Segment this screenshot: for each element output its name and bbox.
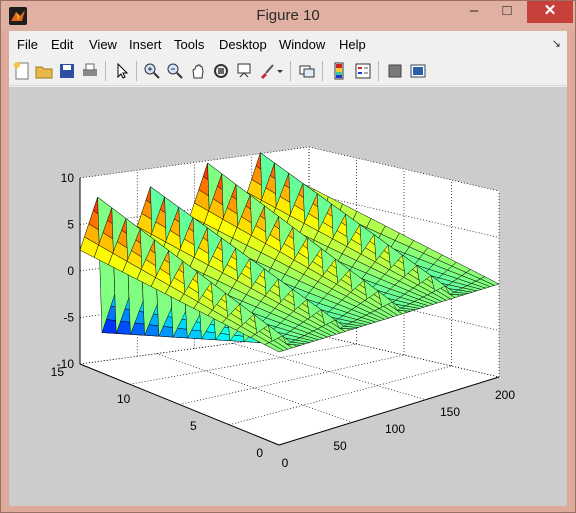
maximize-button[interactable]: □ xyxy=(493,1,521,23)
y-tick-label: 5 xyxy=(190,419,197,433)
x-tick-label: 50 xyxy=(333,439,347,453)
link-plot-icon[interactable] xyxy=(297,61,317,81)
y-tick-label: 15 xyxy=(51,365,65,379)
legend-icon[interactable] xyxy=(353,61,373,81)
menu-edit[interactable]: Edit xyxy=(51,37,73,52)
toolbar-separator xyxy=(136,61,137,81)
menu-desktop[interactable]: Desktop xyxy=(219,37,267,52)
open-folder-icon[interactable] xyxy=(34,61,54,81)
toolbar-separator xyxy=(322,61,323,81)
print-icon[interactable] xyxy=(80,61,100,81)
x-tick-label: 200 xyxy=(495,388,515,402)
menu-insert[interactable]: Insert xyxy=(129,37,162,52)
edit-plot-arrow-icon[interactable] xyxy=(112,61,132,81)
show-plot-tools-icon[interactable] xyxy=(408,61,428,81)
menu-tools[interactable]: Tools xyxy=(174,37,204,52)
minimize-button[interactable]: – xyxy=(459,1,489,23)
pan-hand-icon[interactable] xyxy=(188,61,208,81)
menu-file[interactable]: File xyxy=(17,37,38,52)
y-tick-label: 10 xyxy=(117,392,131,406)
z-tick-label: 0 xyxy=(67,264,74,278)
plot-area[interactable]: 10 5 0 -5 -10 15 10 5 0 0 50 100 150 200 xyxy=(9,87,567,506)
save-icon[interactable] xyxy=(57,61,77,81)
title-bar[interactable]: Figure 10 – □ ✕ xyxy=(1,1,575,31)
toolbar-separator xyxy=(378,61,379,81)
z-tick-label: 10 xyxy=(61,171,75,185)
menu-window[interactable]: Window xyxy=(279,37,325,52)
z-tick-label: -5 xyxy=(63,311,74,325)
brush-dropdown-icon[interactable] xyxy=(275,61,285,81)
x-tick-label: 100 xyxy=(385,422,405,436)
data-cursor-icon[interactable] xyxy=(234,61,254,81)
hide-plot-tools-icon[interactable] xyxy=(385,61,405,81)
figure-toolbar xyxy=(9,57,567,86)
menu-dock-arrow-icon[interactable]: ↘ xyxy=(552,37,561,50)
rotate-3d-icon[interactable] xyxy=(211,61,231,81)
colorbar-icon[interactable] xyxy=(329,61,349,81)
brush-icon[interactable] xyxy=(257,61,277,81)
menu-view[interactable]: View xyxy=(89,37,117,52)
figure-client: File Edit View Insert Tools Desktop Wind… xyxy=(9,31,567,506)
x-tick-label: 0 xyxy=(282,456,289,470)
menu-help[interactable]: Help xyxy=(339,37,366,52)
toolbar-separator xyxy=(290,61,291,81)
menu-bar: File Edit View Insert Tools Desktop Wind… xyxy=(9,31,567,57)
y-tick-label: 0 xyxy=(256,446,263,460)
zoom-out-icon[interactable] xyxy=(165,61,185,81)
figure-window: Figure 10 – □ ✕ File Edit View Insert To… xyxy=(0,0,576,513)
zoom-in-icon[interactable] xyxy=(142,61,162,81)
x-tick-label: 150 xyxy=(440,405,460,419)
z-tick-label: 5 xyxy=(67,218,74,232)
close-button[interactable]: ✕ xyxy=(527,1,573,23)
toolbar-separator xyxy=(105,61,106,81)
surface-plot[interactable]: 1050-5-10151050050100150200 xyxy=(9,87,567,506)
new-figure-icon[interactable] xyxy=(12,61,32,81)
